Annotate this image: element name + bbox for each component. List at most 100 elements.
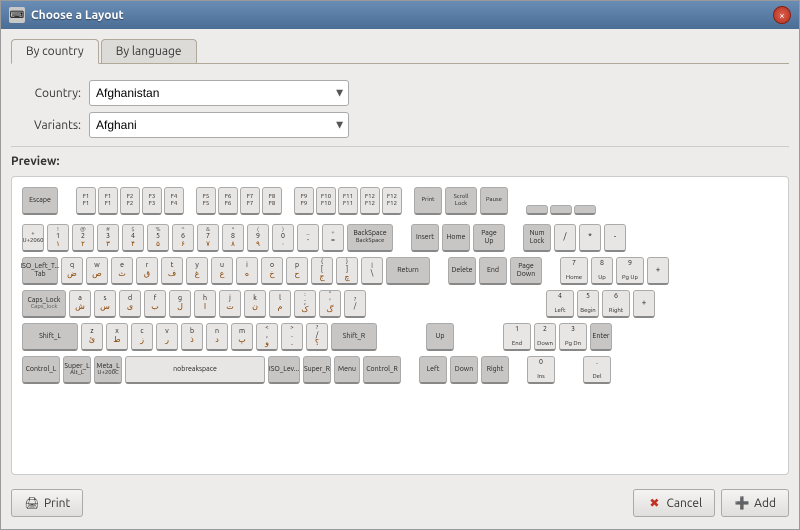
key-num-minus: - xyxy=(604,224,626,252)
close-button[interactable]: × xyxy=(773,6,791,24)
key-q: qض xyxy=(61,257,83,285)
key-f2: F2F2 xyxy=(120,187,140,215)
key-n: nد xyxy=(206,323,228,351)
variants-label: Variants: xyxy=(11,119,81,132)
number-row: + U+2060 !1۱ @2۲ #3۳ $4۴ %5۵ ^6۶ &7۷ *8۸… xyxy=(22,224,778,252)
key-c: cز xyxy=(131,323,153,351)
tab-bar: By country By language xyxy=(11,39,789,64)
key-bracket-r: }]چ xyxy=(336,257,358,285)
key-a: aش xyxy=(69,290,91,318)
key-pageup: PageUp xyxy=(473,224,505,252)
key-minus: _- xyxy=(297,224,319,252)
key-num-slash: / xyxy=(554,224,576,252)
key-z: zئ xyxy=(81,323,103,351)
key-v: vر xyxy=(156,323,178,351)
key-d: dی xyxy=(119,290,141,318)
key-tilde: + U+2060 xyxy=(22,224,44,252)
key-backspace: BackSpaceBackSpace xyxy=(347,224,393,252)
add-button[interactable]: ➕ Add xyxy=(721,489,789,517)
key-f7: F7F7 xyxy=(240,187,260,215)
key-f6: F6F6 xyxy=(218,187,238,215)
key-print: Print xyxy=(414,187,442,215)
key-w: wص xyxy=(86,257,108,285)
key-f11: F11F11 xyxy=(338,187,358,215)
key-ctrl-r: Control_R xyxy=(363,356,401,384)
keyboard-preview: Escape F1F1 F1F1 F2F2 F3F3 F4F4 F5F5 F6F… xyxy=(11,176,789,475)
key-h: hا xyxy=(194,290,216,318)
key-super-l: Super_LAlt_L xyxy=(63,356,91,384)
key-num6: 6Right xyxy=(602,290,630,318)
key-f12b: F12F12 xyxy=(382,187,402,215)
key-left: Left xyxy=(419,356,447,384)
key-b: bذ xyxy=(181,323,203,351)
key-scroll-lock: ScrollLock xyxy=(445,187,477,215)
main-window: ⌨ Choose a Layout × By country By langua… xyxy=(0,0,800,530)
bottom-bar: 🖨 Print ✖ Cancel ➕ Add xyxy=(11,483,789,519)
tab-by-country[interactable]: By country xyxy=(11,39,99,64)
key-num1: 1End xyxy=(503,323,531,351)
key-caps: Caps_LockCaps_lock xyxy=(22,290,66,318)
tab-by-language[interactable]: By language xyxy=(101,39,197,63)
key-e: eث xyxy=(111,257,133,285)
key-j: jت xyxy=(219,290,241,318)
qwerty-row: ISO_Left_T...Tab qض wص eث rق tف yغ uع iه… xyxy=(22,257,778,285)
key-num5: 5Begin xyxy=(577,290,599,318)
fn-group-1: F1F1 F1F1 F2F2 F3F3 F4F4 xyxy=(76,187,184,215)
country-row: Country: Afghanistan xyxy=(11,80,789,106)
country-select[interactable]: Afghanistan xyxy=(89,80,349,106)
right-top-cluster xyxy=(526,205,596,215)
key-s: sس xyxy=(94,290,116,318)
key-numlock: NumLock xyxy=(523,224,551,252)
key-num-dot: .Del xyxy=(583,356,611,384)
key-3: #3۳ xyxy=(97,224,119,252)
key-5: %5۵ xyxy=(147,224,169,252)
key-o: oخ xyxy=(261,257,283,285)
key-ctrl-l: Control_L xyxy=(22,356,60,384)
key-delete: Delete xyxy=(448,257,476,285)
key-comma: <,و xyxy=(256,323,278,351)
print-icon: 🖨 xyxy=(24,495,40,511)
key-u: uع xyxy=(211,257,233,285)
country-select-wrapper: Afghanistan xyxy=(89,80,349,106)
key-pagedown: PageDown xyxy=(510,257,542,285)
key-f10: F10F10 xyxy=(316,187,336,215)
print-button[interactable]: 🖨 Print xyxy=(11,489,83,517)
key-l: lم xyxy=(269,290,291,318)
key-shift-l: Shift_L xyxy=(22,323,78,351)
key-f3: F3F3 xyxy=(142,187,162,215)
content-area: By country By language Country: Afghanis… xyxy=(1,29,799,529)
key-i: iه xyxy=(236,257,258,285)
form-section: Country: Afghanistan Variants: Afghani xyxy=(11,72,789,147)
key-menu: Menu xyxy=(334,356,360,384)
key-num3: 3Pg Dn xyxy=(559,323,587,351)
key-extra: ?/ xyxy=(344,290,366,318)
key-7: &7۷ xyxy=(197,224,219,252)
key-9: (9۹ xyxy=(247,224,269,252)
key-m: mپ xyxy=(231,323,253,351)
cancel-button[interactable]: ✖ Cancel xyxy=(633,489,715,517)
key-num8: 8Up xyxy=(591,257,613,285)
preview-label: Preview: xyxy=(11,155,789,168)
key-iso-lev: ISO_Lev... xyxy=(268,356,300,384)
key-end: End xyxy=(479,257,507,285)
key-right: Right xyxy=(481,356,509,384)
fn-row: Escape F1F1 F1F1 F2F2 F3F3 F4F4 F5F5 F6F… xyxy=(22,187,778,215)
key-k: kن xyxy=(244,290,266,318)
key-num-plus-bot: + xyxy=(633,290,655,318)
key-r: rق xyxy=(136,257,158,285)
key-num-plus-top: + xyxy=(647,257,669,285)
key-equals: += xyxy=(322,224,344,252)
key-escape: Escape xyxy=(22,187,58,215)
key-bracket-l: {[ج xyxy=(311,257,333,285)
key-f1: F1F1 xyxy=(76,187,96,215)
variants-select[interactable]: Afghani xyxy=(89,112,349,138)
action-buttons: ✖ Cancel ➕ Add xyxy=(633,489,789,517)
key-backslash: |\ xyxy=(361,257,383,285)
key-6: ^6۶ xyxy=(172,224,194,252)
key-up: Up xyxy=(426,323,454,351)
key-t: tف xyxy=(161,257,183,285)
key-num2: 2Down xyxy=(534,323,556,351)
key-r3 xyxy=(574,205,596,215)
key-p: pح xyxy=(286,257,308,285)
key-pause: Pause xyxy=(480,187,508,215)
